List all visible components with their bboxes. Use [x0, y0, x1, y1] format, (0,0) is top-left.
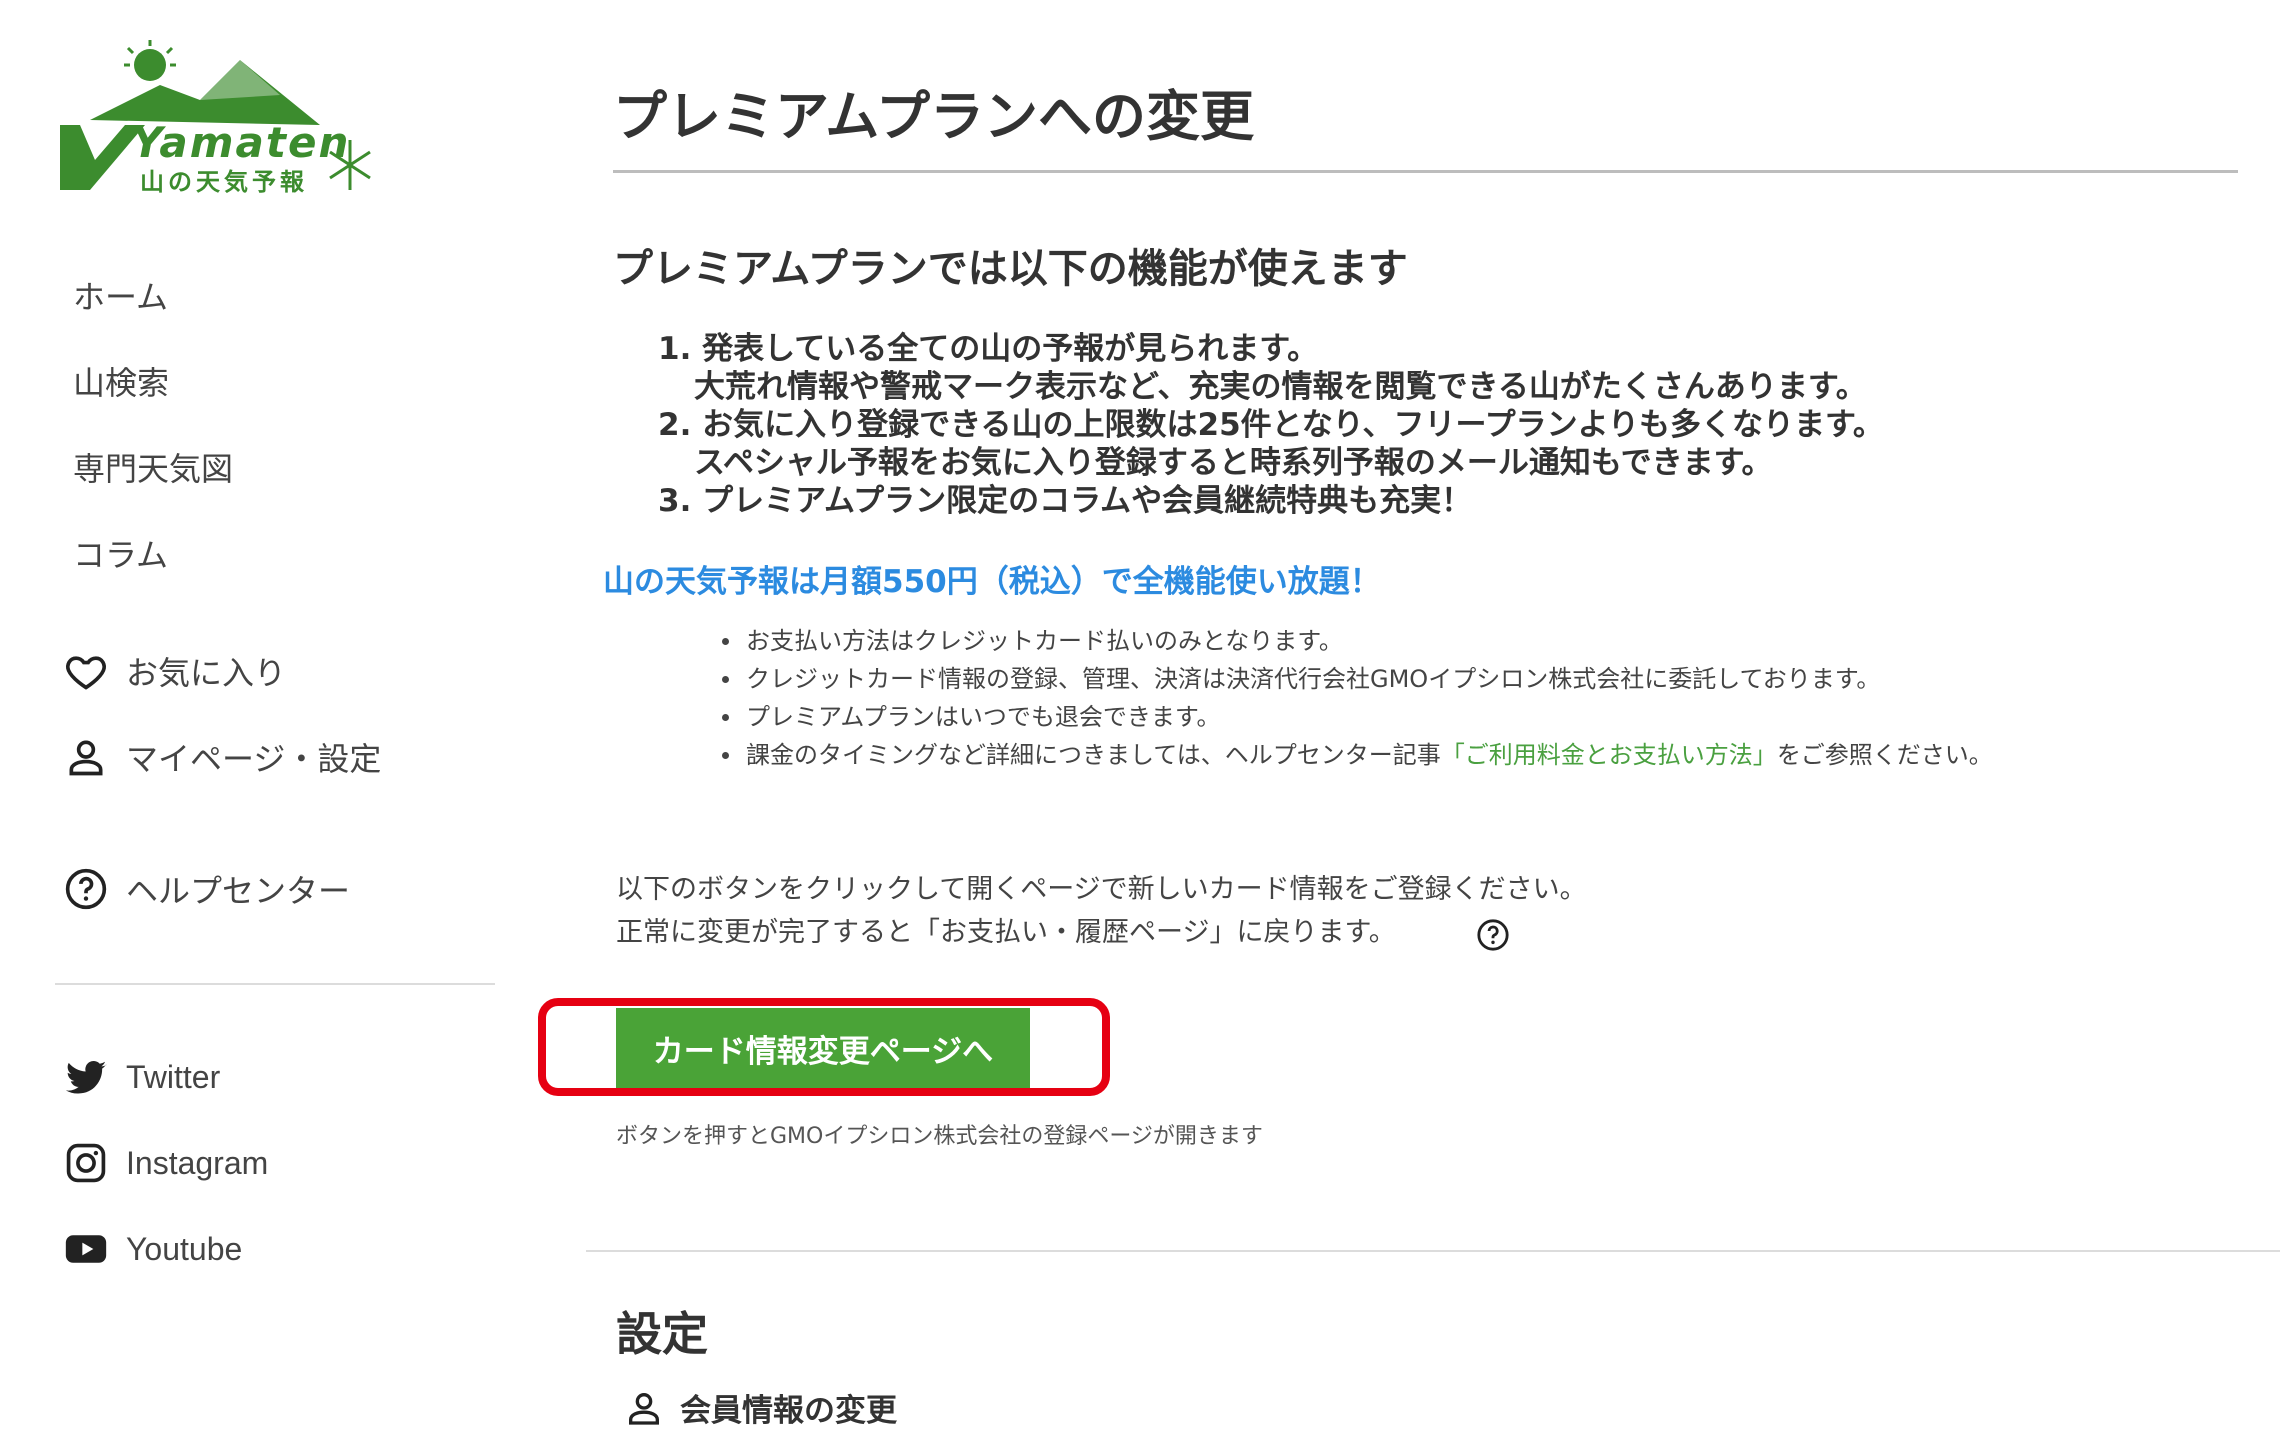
note-item: お支払い方法はクレジットカード払いのみとなります。	[722, 622, 1993, 660]
twitter-label: Twitter	[126, 1058, 221, 1095]
highlight-annotation	[538, 998, 1110, 1096]
features-list: 1. 発表している全ての山の予報が見られます。 大荒れ情報や警戒マーク表示など、…	[658, 330, 1884, 520]
sidebar-item-home[interactable]: ホーム	[73, 272, 168, 318]
sidebar-item-column[interactable]: コラム	[73, 530, 168, 576]
instruction-line: 正常に変更が完了すると「お支払い・履歴ページ」に戻ります。	[616, 917, 1396, 948]
note-item: プレミアムプランはいつでも退会できます。	[722, 698, 1993, 736]
sidebar-item-twitter[interactable]: Twitter	[64, 1055, 220, 1099]
help-label: ヘルプセンター	[126, 872, 351, 910]
price-highlight: 山の天気予報は月額550円（税込）で全機能使い放題！	[603, 564, 1381, 600]
instructions: 以下のボタンをクリックして開くページで新しいカード情報をご登録ください。 正常に…	[616, 868, 1587, 954]
mypage-label: マイページ・設定	[126, 740, 382, 778]
help-circle-icon	[65, 868, 107, 910]
feature-item: 2. お気に入り登録できる山の上限数は25件となり、フリープランよりも多くなりま…	[658, 407, 1884, 443]
note-prefix: 課金のタイミングなど詳細につきましては、ヘルプセンター記事	[746, 741, 1441, 769]
youtube-icon	[65, 1235, 107, 1263]
note-item: クレジットカード情報の登録、管理、決済は決済代行会社GMOイプシロン株式会社に委…	[722, 660, 1993, 698]
logo-subtitle: 山の天気予報	[140, 168, 308, 196]
sidebar-item-mypage[interactable]: マイページ・設定	[64, 734, 381, 780]
member-info-change-link[interactable]: 会員情報の変更	[624, 1385, 897, 1430]
settings-heading: 設定	[616, 1307, 708, 1361]
sidebar-item-youtube[interactable]: Youtube	[64, 1227, 242, 1271]
twitter-icon	[65, 1061, 107, 1094]
sidebar-item-weather-map[interactable]: 専門天気図	[73, 444, 233, 490]
pricing-help-link[interactable]: 「ご利用料金とお支払い方法」	[1441, 741, 1777, 769]
sidebar-item-instagram[interactable]: Instagram	[64, 1141, 268, 1185]
instagram-icon	[66, 1143, 106, 1183]
page-title: プレミアムプランへの変更	[613, 85, 1254, 148]
sidebar-item-help[interactable]: ヘルプセンター	[64, 866, 350, 912]
features-heading: プレミアムプランでは以下の機能が使えます	[613, 246, 1408, 292]
sidebar-item-favorites[interactable]: お気に入り	[64, 648, 286, 694]
member-change-label: 会員情報の変更	[680, 1393, 897, 1429]
help-tooltip-icon[interactable]	[1476, 918, 1510, 952]
favorites-label: お気に入り	[126, 654, 287, 692]
button-note: ボタンを押すとGMOイプシロン株式会社の登録ページが開きます	[616, 1124, 1263, 1149]
section-divider	[586, 1250, 2280, 1252]
feature-item: スペシャル予報をお気に入り登録すると時系列予報のメール通知もできます。	[694, 445, 1773, 481]
feature-item: 大荒れ情報や警戒マーク表示など、充実の情報を閲覧できる山がたくさんあります。	[694, 369, 1867, 405]
person-icon	[69, 740, 103, 776]
feature-item: 3. プレミアムプラン限定のコラムや会員継続特典も充実！	[658, 483, 1473, 519]
instagram-label: Instagram	[126, 1144, 269, 1181]
title-divider	[613, 170, 2238, 173]
instruction-line: 以下のボタンをクリックして開くページで新しいカード情報をご登録ください。	[616, 874, 1587, 905]
notes-list: お支払い方法はクレジットカード払いのみとなります。 クレジットカード情報の登録、…	[722, 622, 1993, 774]
youtube-label: Youtube	[126, 1230, 243, 1267]
logo-wordmark: Yamaten	[132, 118, 351, 167]
note-item: 課金のタイミングなど詳細につきましては、ヘルプセンター記事「ご利用料金とお支払い…	[722, 736, 1993, 774]
sidebar-item-mountain-search[interactable]: 山検索	[73, 358, 169, 404]
heart-icon	[66, 656, 106, 690]
note-suffix: をご参照ください。	[1776, 741, 1993, 769]
person-icon	[629, 1392, 659, 1425]
sidebar-divider	[55, 983, 495, 985]
yamaten-logo[interactable]: Yamaten 山の天気予報	[50, 40, 390, 200]
feature-item: 1. 発表している全ての山の予報が見られます。	[658, 331, 1319, 367]
